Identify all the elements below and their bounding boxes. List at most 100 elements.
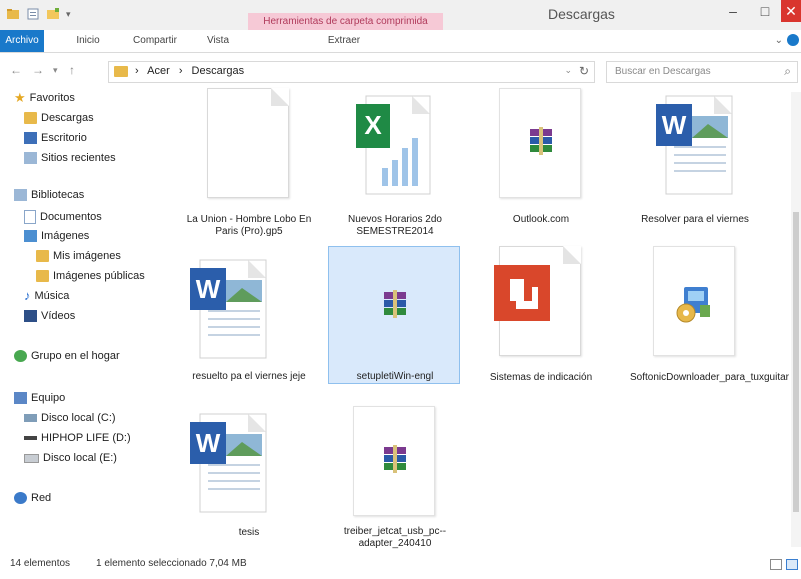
rar-file-icon bbox=[499, 88, 581, 198]
file-name: Sistemas de indicación bbox=[489, 372, 593, 383]
rar-file-icon bbox=[353, 406, 435, 516]
svg-text:W: W bbox=[196, 428, 221, 458]
properties-icon[interactable] bbox=[26, 7, 40, 21]
ribbon-tabs: Archivo Inicio Compartir Vista Extraer ⌄ bbox=[0, 30, 801, 53]
folder-icon bbox=[114, 66, 128, 77]
nav-favoritos[interactable]: ★ Favoritos bbox=[14, 90, 75, 105]
breadcrumb-acer[interactable]: Acer bbox=[147, 65, 170, 77]
nav-hiphop-life[interactable]: HIPHOP LIFE (D:) bbox=[24, 432, 131, 444]
file-name: setupletiWin-engl bbox=[356, 371, 434, 382]
tab-compartir[interactable]: Compartir bbox=[128, 30, 182, 52]
file-name: resuelto pa el viernes jeje bbox=[192, 371, 306, 382]
breadcrumb-separator[interactable]: › bbox=[179, 65, 183, 77]
minimize-button[interactable]: – bbox=[717, 0, 749, 22]
selection-info: 1 elemento seleccionado 7,04 MB bbox=[96, 558, 247, 569]
nav-escritorio[interactable]: Escritorio bbox=[24, 132, 87, 144]
file-name: Resolver para el viernes bbox=[641, 214, 749, 225]
file-name: treiber_jetcat_usb_pc--adapter_240410 bbox=[343, 526, 447, 549]
back-button[interactable]: ← bbox=[10, 63, 22, 77]
search-input[interactable]: Buscar en Descargas ⌕ bbox=[606, 61, 798, 83]
file-name: La Union - Hombre Lobo En Paris (Pro).gp… bbox=[186, 214, 312, 237]
recent-places-icon bbox=[24, 152, 37, 164]
installer-file-icon bbox=[653, 246, 735, 356]
music-icon: ♪ bbox=[24, 288, 31, 303]
search-icon[interactable]: ⌕ bbox=[784, 64, 791, 79]
library-icon bbox=[14, 189, 27, 201]
ribbon-collapse-button[interactable]: ⌄ bbox=[775, 35, 783, 46]
tab-archivo[interactable]: Archivo bbox=[0, 30, 44, 52]
blank-file-icon bbox=[207, 88, 289, 198]
help-icon[interactable] bbox=[787, 34, 799, 46]
svg-text:W: W bbox=[662, 110, 687, 140]
maximize-button[interactable]: □ bbox=[749, 0, 781, 22]
svg-text:W: W bbox=[196, 274, 221, 304]
item-count: 14 elementos bbox=[10, 558, 71, 569]
recent-locations-button[interactable]: ▾ bbox=[53, 65, 58, 76]
tab-extraer[interactable]: Extraer bbox=[320, 30, 368, 52]
tab-inicio[interactable]: Inicio bbox=[68, 30, 108, 52]
file-name: SoftonicDownloader_para_tuxguitar bbox=[630, 372, 789, 383]
drive-icon bbox=[24, 453, 39, 463]
rar-file-icon bbox=[384, 290, 406, 318]
title-bar: ▾ Herramientas de carpeta comprimida Des… bbox=[0, 0, 801, 30]
nav-documentos[interactable]: Documentos bbox=[24, 210, 102, 224]
large-icons-view-icon[interactable] bbox=[786, 559, 798, 570]
download-folder-icon bbox=[24, 112, 37, 124]
word-file-icon: W bbox=[190, 259, 267, 359]
address-dropdown-icon[interactable]: ⌄ bbox=[564, 65, 572, 76]
folder-icon bbox=[36, 270, 49, 282]
search-placeholder: Buscar en Descargas bbox=[615, 66, 711, 77]
folder-icon bbox=[36, 250, 49, 262]
window-title: Descargas bbox=[548, 6, 615, 22]
documents-icon bbox=[24, 210, 36, 224]
nav-disco-c[interactable]: Disco local (C:) bbox=[24, 412, 116, 424]
navigation-pane: ★ Favoritos Descargas Escritorio Sitios r… bbox=[0, 90, 172, 547]
pictures-icon bbox=[24, 230, 37, 242]
file-name: Outlook.com bbox=[512, 214, 570, 225]
nav-equipo[interactable]: Equipo bbox=[14, 392, 65, 404]
videos-icon bbox=[24, 310, 37, 322]
nav-imagenes[interactable]: Imágenes bbox=[24, 230, 89, 242]
vertical-scrollbar[interactable] bbox=[791, 92, 801, 547]
network-icon bbox=[14, 492, 27, 504]
scrollbar-thumb[interactable] bbox=[793, 212, 799, 512]
breadcrumb-separator[interactable]: › bbox=[135, 65, 139, 77]
word-file-icon: W bbox=[190, 413, 267, 513]
new-folder-icon[interactable] bbox=[46, 7, 60, 21]
svg-text:X: X bbox=[364, 110, 382, 140]
refresh-icon[interactable]: ↻ bbox=[579, 64, 589, 78]
nav-grupo-hogar[interactable]: Grupo en el hogar bbox=[14, 350, 120, 362]
address-row: ← → ▾ ↑ › Acer › Descargas ⌄ ↻ Buscar en… bbox=[0, 58, 801, 84]
nav-musica[interactable]: ♪ Música bbox=[24, 288, 69, 303]
word-file-icon: W bbox=[656, 95, 733, 195]
usb-drive-icon bbox=[24, 436, 37, 440]
desktop-icon bbox=[24, 132, 37, 144]
customize-toolbar-icon[interactable]: ▾ bbox=[66, 9, 71, 20]
nav-sitios-recientes[interactable]: Sitios recientes bbox=[24, 152, 116, 164]
nav-imagenes-publicas[interactable]: Imágenes públicas bbox=[36, 270, 145, 282]
star-icon: ★ bbox=[14, 90, 26, 105]
close-button[interactable]: ✕ bbox=[781, 0, 801, 22]
nav-videos[interactable]: Vídeos bbox=[24, 310, 75, 322]
nav-mis-imagenes[interactable]: Mis imágenes bbox=[36, 250, 121, 262]
forward-button[interactable]: → bbox=[32, 63, 44, 77]
nav-disco-e[interactable]: Disco local (E:) bbox=[24, 452, 117, 464]
nav-bibliotecas[interactable]: Bibliotecas bbox=[14, 189, 84, 201]
homegroup-icon bbox=[14, 350, 27, 362]
details-view-icon[interactable] bbox=[770, 559, 782, 570]
pdf-file-icon bbox=[494, 246, 581, 356]
file-name: tesis bbox=[238, 527, 260, 538]
drive-icon bbox=[24, 414, 37, 422]
app-folder-icon[interactable] bbox=[6, 7, 20, 21]
tab-vista[interactable]: Vista bbox=[200, 30, 236, 52]
nav-red[interactable]: Red bbox=[14, 492, 51, 504]
breadcrumb: › Acer › Descargas bbox=[135, 65, 250, 77]
computer-icon bbox=[14, 392, 27, 404]
nav-descargas[interactable]: Descargas bbox=[24, 112, 94, 124]
quick-access-toolbar: ▾ bbox=[6, 7, 71, 21]
excel-file-icon: X bbox=[356, 95, 431, 195]
address-bar[interactable]: › Acer › Descargas ⌄ ↻ bbox=[108, 61, 595, 83]
breadcrumb-descargas[interactable]: Descargas bbox=[192, 65, 245, 77]
up-button[interactable]: ↑ bbox=[69, 63, 75, 77]
file-name: Nuevos Horarios 2do SEMESTRE2014 bbox=[348, 214, 442, 237]
